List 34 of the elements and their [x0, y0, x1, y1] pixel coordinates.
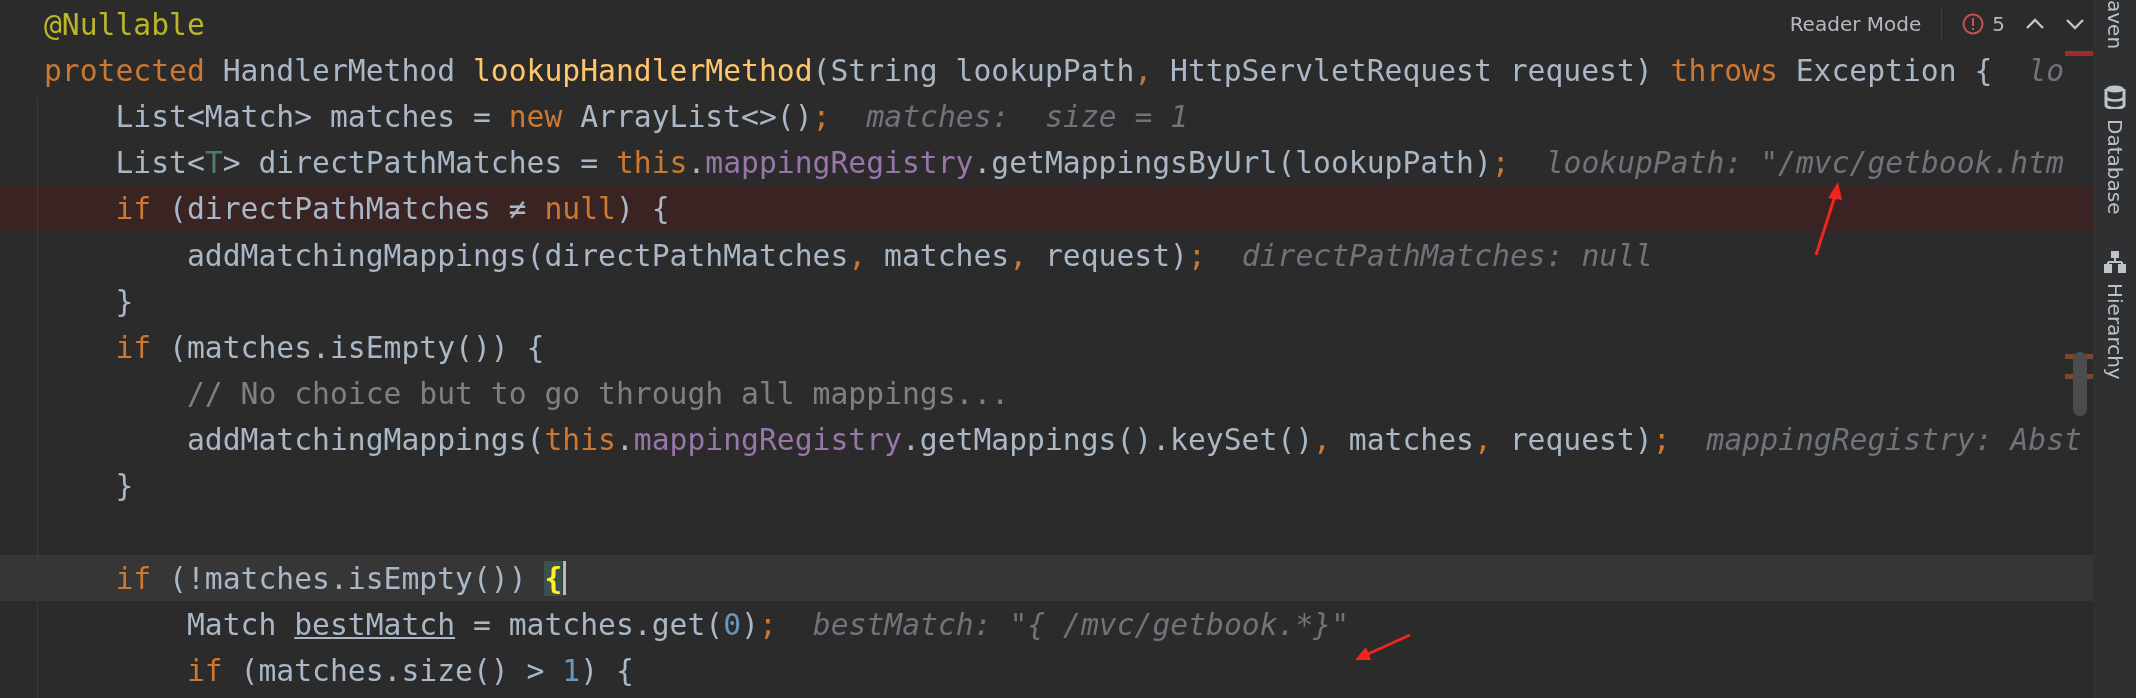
- code-line: List<Match> matches = new ArrayList<>();: [114, 98, 831, 134]
- code-line: // No choice but to go through all mappings...: [186, 376, 1010, 412]
- code-line: addMatchingMappings(directPathMatches, matches, request);: [186, 237, 1206, 273]
- hierarchy-icon: [2104, 250, 2126, 273]
- code-line: protected HandlerMethod lookupHandlerMethod(String lookupPath, HttpServletRequest request) throws Exception {: [44, 52, 1993, 88]
- inlay-hint: lo: [2028, 52, 2064, 88]
- inlay-hint: lookupPath: "/mvc/getbook.htm: [1545, 145, 2064, 181]
- code-line: }: [114, 283, 134, 319]
- code-line: }: [114, 468, 134, 504]
- code-line: if (matches.isEmpty()) {: [114, 329, 545, 365]
- code-line: addMatchingMappings(this.mappingRegistry.getMappings().keySet(), matches, request);: [186, 422, 1671, 458]
- inlay-hint: directPathMatches: null: [1241, 237, 1653, 273]
- problems-button[interactable]: 5: [1962, 12, 2005, 36]
- scrollbar-thumb[interactable]: [2073, 352, 2087, 416]
- next-chevron-icon[interactable]: [2065, 18, 2085, 30]
- inlay-hint: bestMatch: "{ /mvc/getbook.*}": [812, 607, 1350, 643]
- error-stripe-mark: [2065, 51, 2093, 56]
- tool-window-button[interactable]: Database: [2103, 85, 2127, 215]
- code-line: @Nullable: [44, 6, 205, 42]
- tool-window-button[interactable]: Hierarchy: [2103, 250, 2127, 380]
- code-line: Match bestMatch = matches.get(0);: [186, 607, 777, 643]
- tool-window-button[interactable]: aven: [2103, 0, 2127, 50]
- code-line: if (!matches.isEmpty()) {: [114, 560, 563, 596]
- reader-mode-button[interactable]: Reader Mode: [1789, 12, 1922, 36]
- code-line: List<T> directPathMatches = this.mappingRegistry.getMappingsByUrl(lookupPath);: [114, 145, 1510, 181]
- previous-chevron-icon[interactable]: [2025, 18, 2045, 30]
- error-icon: [1962, 13, 1985, 35]
- database-icon: [2104, 85, 2126, 110]
- inlay-hint: mappingRegistry: Abst: [1706, 422, 2082, 458]
- code-line: if (matches.size() > 1) {: [186, 653, 634, 689]
- inlay-hint: matches: size = 1: [866, 98, 1189, 134]
- code-line: if (directPathMatches ≠ null) {: [114, 191, 670, 227]
- annotation-arrow: [1355, 633, 1411, 660]
- text-caret: [563, 561, 567, 596]
